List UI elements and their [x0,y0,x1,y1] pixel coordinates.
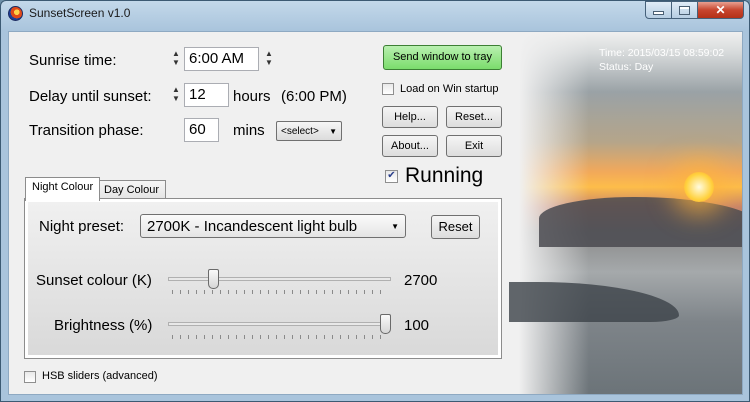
running-checkbox[interactable]: ✔ [385,170,398,183]
sunset-photo [509,32,742,394]
sunrise-label: Sunrise time: [29,52,117,69]
brightness-ticks [172,335,388,339]
night-preset-select[interactable]: 2700K - Incandescent light bulb ▼ [140,214,406,238]
sunrise-spin-left[interactable]: ▲ ▼ [171,49,181,67]
about-button[interactable]: About... [382,135,438,157]
brightness-slider[interactable] [380,314,391,334]
transition-field[interactable]: 60 [184,118,219,142]
sunset-colour-ticks [172,290,388,294]
transition-select[interactable]: <select> ▼ [276,121,342,141]
chevron-down-icon: ▼ [329,126,337,136]
chevron-down-icon: ▼ [391,221,399,231]
sunset-colour-track [168,277,391,281]
close-button[interactable]: ✕ [698,1,744,19]
hsb-checkbox[interactable] [24,371,36,383]
minimize-icon [653,11,664,15]
transition-label: Transition phase: [29,122,144,139]
reset-settings-button[interactable]: Reset... [446,106,502,128]
exit-button[interactable]: Exit [446,135,502,157]
tab-night-colour[interactable]: Night Colour [25,177,101,201]
delay-unit: hours [233,88,271,105]
night-colour-content: Night preset: 2700K - Incandescent light… [28,202,498,355]
sunset-colour-slider[interactable] [208,269,220,289]
night-reset-button[interactable]: Reset [431,215,480,239]
maximize-button[interactable] [672,1,698,19]
sunset-app-icon[interactable] [8,6,23,21]
night-preset-value: 2700K - Incandescent light bulb [147,217,358,235]
hsb-label: HSB sliders (advanced) [42,370,158,382]
sun-glow [684,172,714,202]
sunset-colour-label: Sunset colour (K) [36,272,152,289]
status-info: Time: 2015/03/15 08:59:02 Status: Day [599,46,724,74]
delay-label: Delay until sunset: [29,88,152,105]
delay-spin[interactable]: ▲ ▼ [171,85,181,103]
window-title: SunsetScreen v1.0 [29,6,131,20]
status-state: Status: Day [599,61,654,73]
shore-silhouette [509,282,679,322]
sunrise-time-field[interactable]: 6:00 AM [184,47,259,71]
startup-label: Load on Win startup [400,83,499,95]
maximize-icon [679,5,690,15]
main-panel: Time: 2015/03/15 08:59:02 Status: Day Su… [8,31,743,395]
sunset-colour-value: 2700 [404,272,438,289]
transition-unit: mins [233,122,265,139]
hill-silhouette [539,197,742,247]
running-label: Running [405,164,484,187]
delay-field[interactable]: 12 [184,83,229,107]
minimize-button[interactable] [645,1,672,19]
caption-buttons: ✕ [645,1,744,19]
startup-checkbox[interactable] [382,83,394,95]
help-button[interactable]: Help... [382,106,438,128]
sunrise-spin-right[interactable]: ▲ ▼ [264,49,274,67]
close-icon: ✕ [715,3,726,17]
transition-select-value: <select> [281,125,319,137]
brightness-value: 100 [404,317,430,334]
status-time: Time: 2015/03/15 08:59:02 [599,47,725,59]
sunset-time-readout: (6:00 PM) [281,88,347,105]
night-preset-label: Night preset: [39,218,125,235]
app-window: SunsetScreen v1.0 ✕ Time: 2015/03/15 08:… [0,0,750,402]
send-to-tray-button[interactable]: Send window to tray [383,45,502,70]
brightness-track [168,322,391,326]
night-colour-panel: Night preset: 2700K - Incandescent light… [24,198,502,359]
brightness-label: Brightness (%) [54,317,153,334]
title-bar[interactable]: SunsetScreen v1.0 ✕ [1,1,749,25]
